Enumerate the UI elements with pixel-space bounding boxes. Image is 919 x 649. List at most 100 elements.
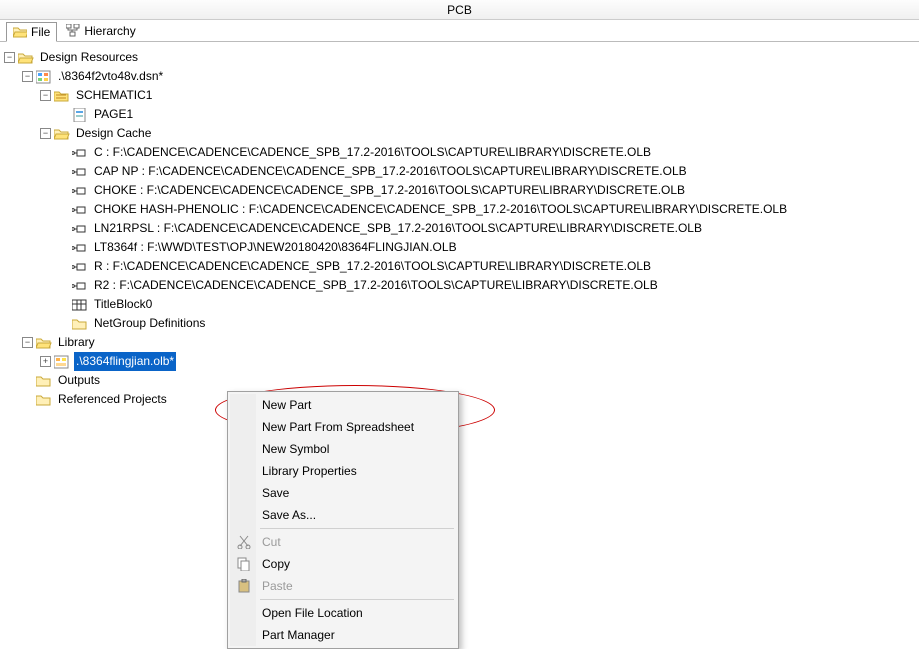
menu-part-manager[interactable]: Part Manager: [230, 624, 456, 646]
expander-icon[interactable]: −: [22, 71, 33, 82]
tree-label: C : F:\CADENCE\CADENCE\CADENCE_SPB_17.2-…: [92, 143, 653, 162]
tree-label: Design Cache: [74, 124, 153, 143]
expander-icon[interactable]: −: [4, 52, 15, 63]
tree-label: LT8364f : F:\WWD\TEST\OPJ\NEW20180420\83…: [92, 238, 459, 257]
tree-node-page[interactable]: PAGE1: [4, 105, 915, 124]
menu-label: Open File Location: [262, 604, 363, 623]
tree-node-part-c[interactable]: C : F:\CADENCE\CADENCE\CADENCE_SPB_17.2-…: [4, 143, 915, 162]
folder-icon: [72, 317, 88, 331]
menu-label: New Part: [262, 396, 311, 415]
hierarchy-icon: [66, 24, 80, 38]
tree-label: PAGE1: [92, 105, 135, 124]
menu-label: Save As...: [262, 506, 316, 525]
tree-label: NetGroup Definitions: [92, 314, 207, 333]
schematic-folder-icon: [54, 89, 70, 103]
menu-save-as[interactable]: Save As...: [230, 504, 456, 526]
window-title: PCB: [447, 3, 472, 17]
menu-label: Paste: [262, 577, 293, 596]
tree-node-part-r[interactable]: R : F:\CADENCE\CADENCE\CADENCE_SPB_17.2-…: [4, 257, 915, 276]
tree-label: Design Resources: [38, 48, 140, 67]
part-icon: [72, 241, 88, 255]
tree-node-part-ln21[interactable]: LN21RPSL : F:\CADENCE\CADENCE\CADENCE_SP…: [4, 219, 915, 238]
tree-node-outputs[interactable]: Outputs: [4, 371, 915, 390]
dsn-icon: [36, 70, 52, 84]
menu-new-part[interactable]: New Part: [230, 394, 456, 416]
menu-separator: [260, 599, 454, 600]
tree-node-olb[interactable]: + .\8364flingjian.olb*: [4, 352, 915, 371]
tree-label: CHOKE : F:\CADENCE\CADENCE\CADENCE_SPB_1…: [92, 181, 687, 200]
tree-label: .\8364f2vto48v.dsn*: [56, 67, 165, 86]
tree-node-library[interactable]: − Library: [4, 333, 915, 352]
tree-node-part-choke[interactable]: CHOKE : F:\CADENCE\CADENCE\CADENCE_SPB_1…: [4, 181, 915, 200]
menu-label: Library Properties: [262, 462, 357, 481]
part-icon: [72, 222, 88, 236]
expander-icon[interactable]: −: [22, 337, 33, 348]
tab-file[interactable]: File: [6, 22, 57, 42]
tree-label: Referenced Projects: [56, 390, 169, 409]
folder-icon: [13, 25, 27, 39]
titleblock-icon: [72, 298, 88, 312]
part-icon: [72, 260, 88, 274]
tree-node-part-r2[interactable]: R2 : F:\CADENCE\CADENCE\CADENCE_SPB_17.2…: [4, 276, 915, 295]
menu-copy[interactable]: Copy: [230, 553, 456, 575]
menu-separator: [260, 528, 454, 529]
tree-node-design-resources[interactable]: − Design Resources: [4, 48, 915, 67]
copy-icon: [236, 557, 252, 571]
expander-icon[interactable]: +: [40, 356, 51, 367]
menu-new-part-spreadsheet[interactable]: New Part From Spreadsheet: [230, 416, 456, 438]
part-icon: [72, 184, 88, 198]
window-title-bar: PCB: [0, 0, 919, 20]
menu-open-file-location[interactable]: Open File Location: [230, 602, 456, 624]
tree-node-referenced[interactable]: Referenced Projects: [4, 390, 915, 409]
context-menu: New Part New Part From Spreadsheet New S…: [227, 391, 459, 649]
page-icon: [72, 108, 88, 122]
folder-icon: [36, 393, 52, 407]
menu-label: New Symbol: [262, 440, 329, 459]
folder-open-icon: [18, 51, 34, 65]
folder-open-icon: [36, 336, 52, 350]
part-icon: [72, 279, 88, 293]
menu-label: Part Manager: [262, 626, 335, 645]
tab-bar: File Hierarchy: [0, 20, 919, 42]
tab-file-label: File: [31, 25, 50, 39]
tree-node-netgroup[interactable]: NetGroup Definitions: [4, 314, 915, 333]
folder-icon: [36, 374, 52, 388]
tree-node-dsn[interactable]: − .\8364f2vto48v.dsn*: [4, 67, 915, 86]
tab-hierarchy-label: Hierarchy: [84, 24, 135, 38]
tree-label: R2 : F:\CADENCE\CADENCE\CADENCE_SPB_17.2…: [92, 276, 660, 295]
menu-library-properties[interactable]: Library Properties: [230, 460, 456, 482]
tree-node-part-chokehp[interactable]: CHOKE HASH-PHENOLIC : F:\CADENCE\CADENCE…: [4, 200, 915, 219]
menu-label: New Part From Spreadsheet: [262, 418, 414, 437]
menu-label: Cut: [262, 533, 281, 552]
tree-label-selected: .\8364flingjian.olb*: [74, 352, 176, 371]
menu-new-symbol[interactable]: New Symbol: [230, 438, 456, 460]
part-icon: [72, 203, 88, 217]
tab-hierarchy[interactable]: Hierarchy: [59, 21, 142, 41]
part-icon: [72, 165, 88, 179]
menu-label: Save: [262, 484, 289, 503]
tree-node-titleblock[interactable]: TitleBlock0: [4, 295, 915, 314]
menu-save[interactable]: Save: [230, 482, 456, 504]
cut-icon: [236, 535, 252, 549]
paste-icon: [236, 579, 252, 593]
tree-label: LN21RPSL : F:\CADENCE\CADENCE\CADENCE_SP…: [92, 219, 704, 238]
expander-icon[interactable]: −: [40, 90, 51, 101]
menu-cut: Cut: [230, 531, 456, 553]
tree-label: Outputs: [56, 371, 102, 390]
project-tree: − Design Resources − .\8364f2vto48v.dsn*…: [0, 42, 919, 415]
tree-label: R : F:\CADENCE\CADENCE\CADENCE_SPB_17.2-…: [92, 257, 653, 276]
part-icon: [72, 146, 88, 160]
tree-node-part-cap[interactable]: CAP NP : F:\CADENCE\CADENCE\CADENCE_SPB_…: [4, 162, 915, 181]
tree-node-schematic[interactable]: − SCHEMATIC1: [4, 86, 915, 105]
menu-paste: Paste: [230, 575, 456, 597]
tree-node-part-lt8364[interactable]: LT8364f : F:\WWD\TEST\OPJ\NEW20180420\83…: [4, 238, 915, 257]
tree-label: TitleBlock0: [92, 295, 154, 314]
olb-icon: [54, 355, 70, 369]
tree-label: CHOKE HASH-PHENOLIC : F:\CADENCE\CADENCE…: [92, 200, 789, 219]
expander-icon[interactable]: −: [40, 128, 51, 139]
tree-label: Library: [56, 333, 97, 352]
menu-label: Copy: [262, 555, 290, 574]
tree-label: CAP NP : F:\CADENCE\CADENCE\CADENCE_SPB_…: [92, 162, 689, 181]
tree-node-design-cache[interactable]: − Design Cache: [4, 124, 915, 143]
tree-label: SCHEMATIC1: [74, 86, 154, 105]
